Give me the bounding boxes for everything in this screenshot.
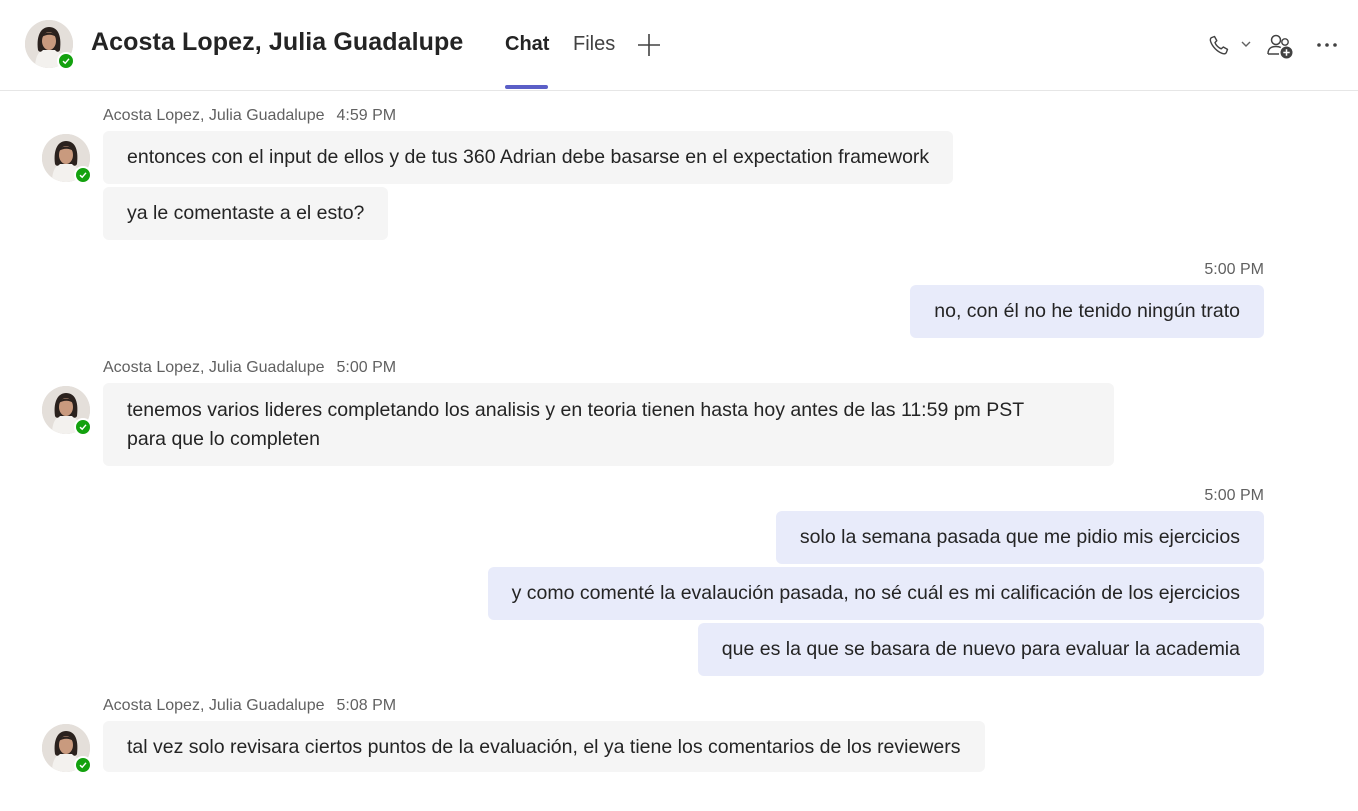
message-time: 5:08 PM bbox=[336, 697, 397, 714]
message-bubble-incoming[interactable]: tenemos varios lideres completando los a… bbox=[103, 383, 1114, 466]
presence-available-icon bbox=[74, 418, 92, 436]
sender-avatar[interactable] bbox=[42, 134, 92, 184]
tab-chat[interactable]: Chat bbox=[505, 33, 549, 56]
add-people-icon[interactable] bbox=[1264, 30, 1296, 62]
message-bubble-outgoing[interactable]: solo la semana pasada que me pidio mis e… bbox=[775, 511, 1264, 564]
message-bubble-outgoing[interactable]: que es la que se basara de nuevo para ev… bbox=[697, 623, 1264, 676]
message-sender-line: Acosta Lopez, Julia Guadalupe 5:08 PM bbox=[103, 697, 396, 715]
presence-available-icon bbox=[74, 166, 92, 184]
tab-files[interactable]: Files bbox=[573, 33, 615, 56]
message-sender-line: Acosta Lopez, Julia Guadalupe 5:00 PM bbox=[103, 359, 396, 377]
message-time: 5:00 PM bbox=[1204, 487, 1264, 504]
message-time: 5:00 PM bbox=[1204, 261, 1264, 278]
sender-avatar[interactable] bbox=[42, 724, 92, 774]
chat-header: Acosta Lopez, Julia Guadalupe Chat Files bbox=[0, 0, 1358, 91]
selected-tab-indicator bbox=[505, 85, 548, 89]
chevron-down-icon[interactable] bbox=[1238, 36, 1254, 52]
message-time: 5:00 PM bbox=[336, 359, 397, 376]
presence-available-icon bbox=[74, 756, 92, 774]
contact-avatar[interactable] bbox=[25, 20, 75, 70]
phone-icon[interactable] bbox=[1204, 30, 1234, 60]
presence-available-icon bbox=[57, 52, 75, 70]
message-bubble-outgoing[interactable]: no, con él no he tenido ningún trato bbox=[910, 285, 1264, 338]
message-bubble-incoming[interactable]: ya le comentaste a el esto? bbox=[103, 187, 389, 240]
message-bubble-incoming[interactable]: entonces con el input de ellos y de tus … bbox=[103, 131, 954, 184]
sender-name: Acosta Lopez, Julia Guadalupe bbox=[103, 107, 325, 124]
sender-name: Acosta Lopez, Julia Guadalupe bbox=[103, 359, 325, 376]
message-time: 4:59 PM bbox=[336, 107, 397, 124]
message-bubble-incoming[interactable]: tal vez solo revisara ciertos puntos de … bbox=[103, 721, 985, 772]
sender-name: Acosta Lopez, Julia Guadalupe bbox=[103, 697, 325, 714]
message-bubble-outgoing[interactable]: y como comenté la evalaución pasada, no … bbox=[487, 567, 1264, 620]
contact-name-title: Acosta Lopez, Julia Guadalupe bbox=[91, 28, 464, 56]
message-sender-line: Acosta Lopez, Julia Guadalupe 4:59 PM bbox=[103, 107, 396, 125]
sender-avatar[interactable] bbox=[42, 386, 92, 436]
plus-icon[interactable] bbox=[636, 32, 662, 58]
more-options-icon[interactable] bbox=[1312, 30, 1342, 60]
